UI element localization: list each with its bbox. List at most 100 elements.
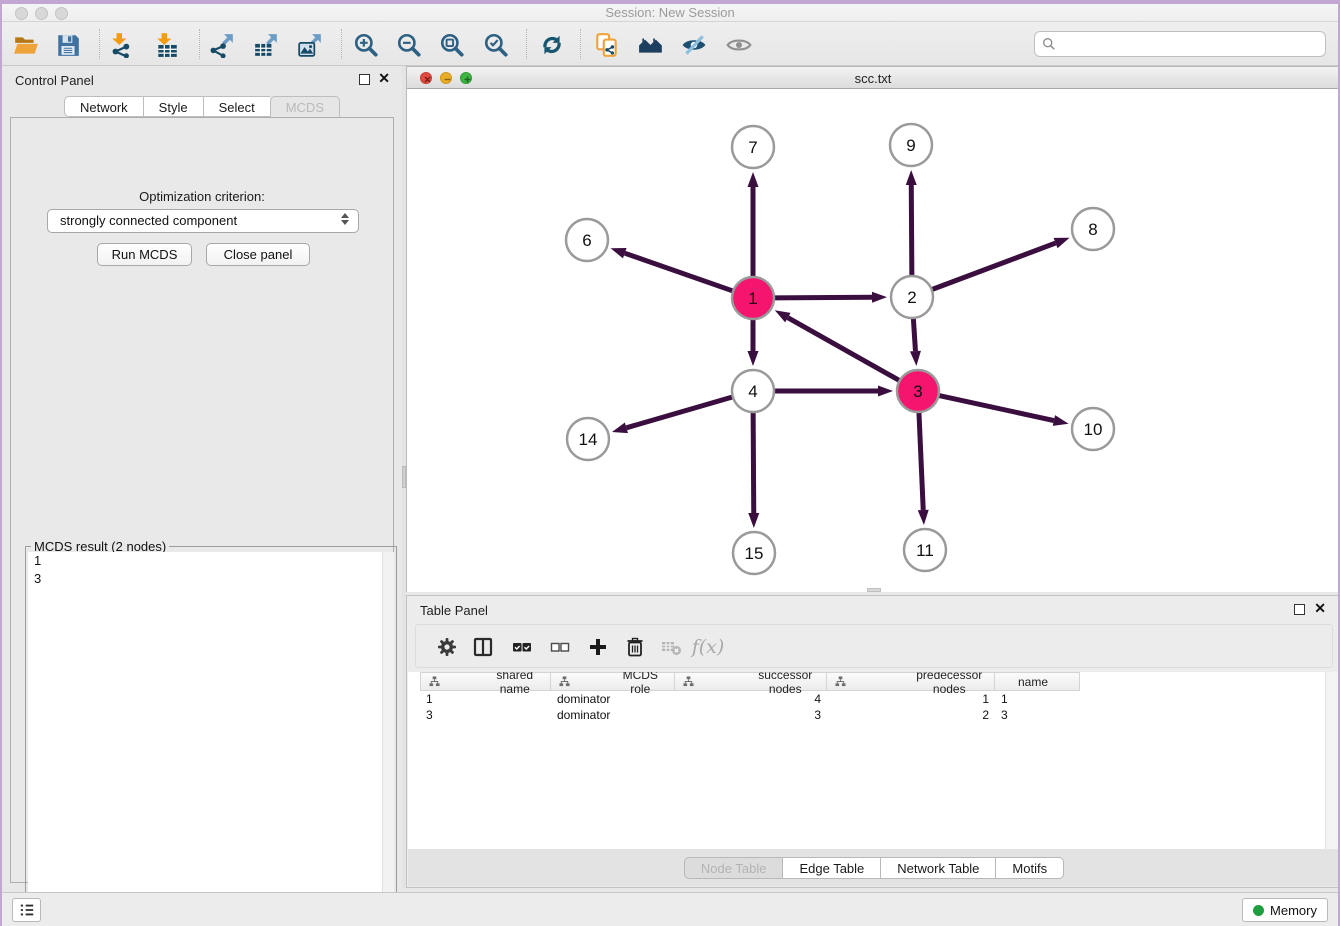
export-image-button[interactable] xyxy=(295,30,325,60)
create-column-button[interactable] xyxy=(584,633,612,661)
import-network-icon xyxy=(109,32,135,58)
clone-network-button[interactable] xyxy=(592,30,622,60)
tab-network-table[interactable]: Network Table xyxy=(880,857,995,879)
tab-style[interactable]: Style xyxy=(143,96,203,117)
graph-node-1[interactable]: 1 xyxy=(732,277,774,319)
graph-node-4[interactable]: 4 xyxy=(732,370,774,412)
mcds-result-lines[interactable]: 13 xyxy=(28,552,382,921)
graph-edge-1-6[interactable] xyxy=(625,253,733,291)
close-panel-button[interactable]: Close panel xyxy=(206,243,310,266)
graph-edge-3-10[interactable] xyxy=(939,395,1054,420)
zoom-in-button[interactable] xyxy=(351,30,381,60)
show-all-button[interactable] xyxy=(724,30,754,60)
network-window-title: scc.txt xyxy=(407,71,1339,86)
tab-edge-table[interactable]: Edge Table xyxy=(782,857,880,879)
graph-node-10[interactable]: 10 xyxy=(1072,408,1114,450)
svg-text:2: 2 xyxy=(907,288,916,307)
graph-node-11[interactable]: 11 xyxy=(904,529,946,571)
tab-select[interactable]: Select xyxy=(203,96,270,117)
memory-button[interactable]: Memory xyxy=(1242,898,1328,922)
close-panel-icon[interactable]: ✕ xyxy=(378,71,390,85)
column-header[interactable]: shared name xyxy=(420,672,551,691)
optimization-dropdown[interactable]: strongly connected component xyxy=(47,209,359,233)
graph-edge-arrowhead xyxy=(612,423,628,434)
table-settings-button[interactable] xyxy=(433,633,461,661)
graph-edge-3-11[interactable] xyxy=(919,412,923,510)
search-icon xyxy=(1042,37,1056,51)
open-file-button[interactable] xyxy=(11,30,41,60)
result-scrollbar[interactable] xyxy=(382,552,394,921)
graph-node-14[interactable]: 14 xyxy=(567,418,609,460)
import-table-icon xyxy=(154,32,180,58)
column-header[interactable]: successor nodes xyxy=(675,672,827,691)
column-header[interactable]: MCDS role xyxy=(551,672,675,691)
home-button[interactable] xyxy=(636,30,666,60)
deselect-all-button[interactable] xyxy=(546,633,574,661)
table-panel: Table Panel ✕ xyxy=(406,595,1340,888)
window-resize-grip[interactable] xyxy=(867,588,881,592)
network-graph: 7 9 6 8 1 2 4 3 10 14 11 15 xyxy=(407,89,1339,592)
graph-edge-arrowhead xyxy=(918,510,929,525)
delete-column-button[interactable] xyxy=(621,633,649,661)
table-cell[interactable]: 2 xyxy=(827,707,995,723)
search-input[interactable] xyxy=(1061,36,1325,53)
select-all-button[interactable] xyxy=(508,633,536,661)
column-header[interactable]: predecessor nodes xyxy=(827,672,995,691)
graph-node-3[interactable]: 3 xyxy=(897,370,939,412)
hide-selection-button[interactable] xyxy=(679,30,709,60)
export-table-button[interactable] xyxy=(251,30,281,60)
import-network-button[interactable] xyxy=(107,30,137,60)
table-row[interactable]: 3dominator323 xyxy=(420,707,1328,723)
graph-edge-3-1[interactable] xyxy=(788,318,900,381)
task-history-button[interactable] xyxy=(12,898,41,922)
zoom-selected-button[interactable] xyxy=(481,30,511,60)
import-table-button[interactable] xyxy=(152,30,182,60)
float-panel-icon[interactable] xyxy=(359,74,370,85)
table-cell[interactable]: 3 xyxy=(675,707,827,723)
graph-node-15[interactable]: 15 xyxy=(733,532,775,574)
graph-node-9[interactable]: 9 xyxy=(890,124,932,166)
svg-text:14: 14 xyxy=(579,430,598,449)
network-canvas[interactable]: 7 9 6 8 1 2 4 3 10 14 11 15 xyxy=(407,89,1339,592)
deselect-all-icon xyxy=(549,636,571,658)
table-scrollbar[interactable] xyxy=(1325,672,1338,851)
graph-edge-4-14[interactable] xyxy=(626,397,732,428)
graph-edge-arrowhead xyxy=(1054,238,1070,248)
tab-mcds[interactable]: MCDS xyxy=(270,96,340,117)
table-row[interactable]: 1dominator411 xyxy=(420,691,1328,707)
save-session-button[interactable] xyxy=(53,30,83,60)
graph-edge-1-2[interactable] xyxy=(774,297,872,298)
graph-edge-2-3[interactable] xyxy=(913,318,915,351)
mcds-panel: Optimization criterion: strongly connect… xyxy=(10,117,394,883)
run-mcds-button[interactable]: Run MCDS xyxy=(97,243,192,266)
tab-motifs[interactable]: Motifs xyxy=(995,857,1064,879)
table-cell[interactable]: 3 xyxy=(995,707,1080,723)
zoom-out-button[interactable] xyxy=(394,30,424,60)
graph-node-8[interactable]: 8 xyxy=(1072,208,1114,250)
graph-node-2[interactable]: 2 xyxy=(891,276,933,318)
graph-edge-2-8[interactable] xyxy=(932,243,1056,290)
tab-network[interactable]: Network xyxy=(64,96,143,117)
table-cell[interactable]: dominator xyxy=(551,707,675,723)
table-cell[interactable]: 1 xyxy=(995,691,1080,707)
graph-edge-4-15[interactable] xyxy=(753,412,754,513)
table-cell[interactable]: 3 xyxy=(420,707,551,723)
graph-edge-2-9[interactable] xyxy=(911,185,912,276)
refresh-layout-button[interactable] xyxy=(537,30,567,60)
show-columns-button[interactable] xyxy=(469,633,497,661)
table-panel-header: Table Panel ✕ xyxy=(407,596,1339,622)
float-table-panel-icon[interactable] xyxy=(1294,604,1305,615)
attribute-tree-icon xyxy=(559,676,570,687)
network-window-titlebar[interactable]: scc.txt xyxy=(407,67,1339,89)
export-network-button[interactable] xyxy=(207,30,237,60)
graph-node-7[interactable]: 7 xyxy=(732,126,774,168)
export-image-icon xyxy=(297,32,323,58)
graph-node-6[interactable]: 6 xyxy=(566,219,608,261)
node-table[interactable]: shared nameMCDS rolesuccessor nodesprede… xyxy=(408,672,1328,851)
zoom-fit-button[interactable] xyxy=(437,30,467,60)
graph-edge-arrowhead xyxy=(872,292,887,303)
column-header[interactable]: name xyxy=(995,672,1080,691)
close-table-panel-icon[interactable]: ✕ xyxy=(1314,601,1326,615)
graph-edge-arrowhead xyxy=(878,386,893,397)
tab-node-table[interactable]: Node Table xyxy=(684,857,783,879)
